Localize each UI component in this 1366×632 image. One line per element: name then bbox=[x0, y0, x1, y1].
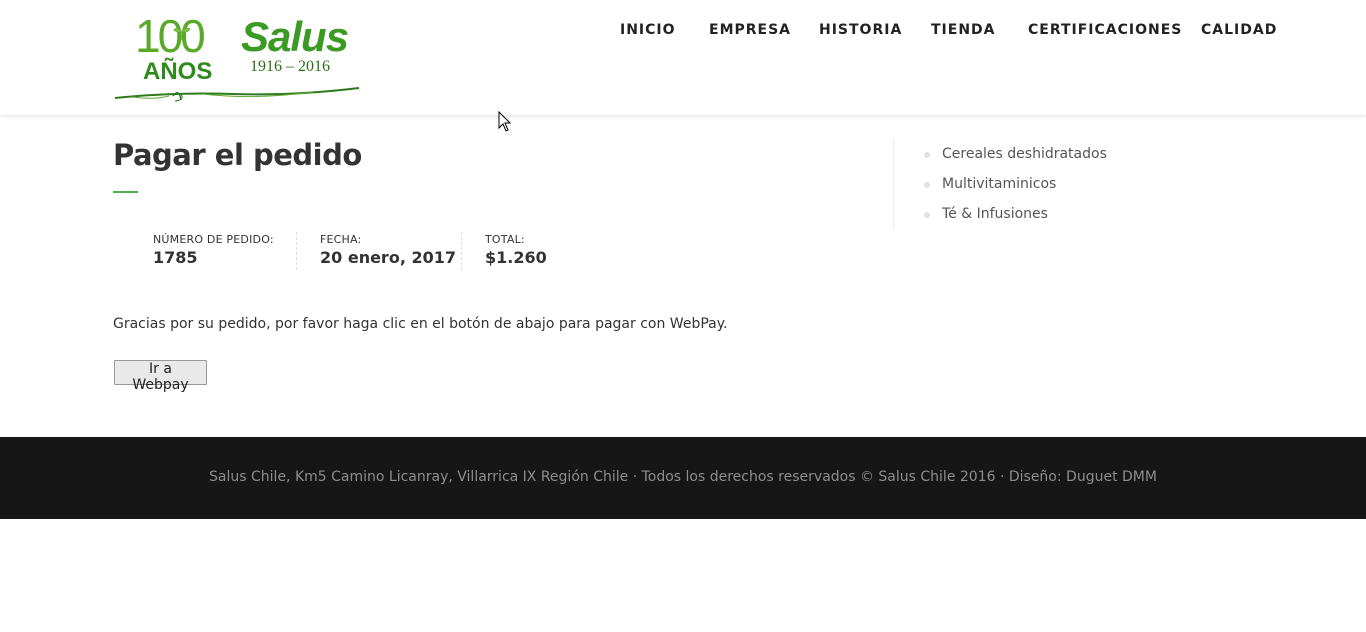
order-date-value: 20 enero, 2017 bbox=[320, 248, 456, 267]
category-label: Multivitaminicos bbox=[942, 176, 1057, 192]
nav-item-tienda[interactable]: TIENDA bbox=[931, 22, 996, 38]
order-date: FECHA: 20 enero, 2017 bbox=[320, 232, 456, 270]
order-total-label: TOTAL: bbox=[485, 233, 525, 246]
site-header: 100 AÑOS Salus 1916 – 2016 INICIO EMPRES… bbox=[0, 0, 1366, 115]
nav-item-calidad[interactable]: CALIDAD bbox=[1201, 22, 1277, 38]
footer-copyright: Salus Chile, Km5 Camino Licanray, Villar… bbox=[209, 469, 1157, 485]
nav-item-empresa[interactable]: EMPRESA bbox=[709, 22, 791, 38]
go-to-webpay-button[interactable]: Ir a Webpay bbox=[114, 360, 207, 393]
product-categories-sidebar: Cereales deshidratados Multivitaminicos … bbox=[893, 139, 1253, 229]
bullet-icon bbox=[924, 182, 930, 188]
category-label: Cereales deshidratados bbox=[942, 146, 1107, 162]
bullet-icon bbox=[924, 152, 930, 158]
order-number-value: 1785 bbox=[153, 248, 198, 267]
order-number-label: NÚMERO DE PEDIDO: bbox=[153, 233, 274, 246]
order-number: NÚMERO DE PEDIDO: 1785 bbox=[153, 232, 274, 270]
payment-instructions: Gracias por su pedido, por favor haga cl… bbox=[113, 316, 728, 332]
nav-item-historia[interactable]: HISTORIA bbox=[819, 22, 902, 38]
title-underline bbox=[113, 191, 138, 193]
detail-divider bbox=[296, 232, 297, 270]
order-total-value: $1.260 bbox=[485, 248, 547, 267]
site-footer: Salus Chile, Km5 Camino Licanray, Villar… bbox=[0, 437, 1366, 519]
main-navigation: INICIO EMPRESA HISTORIA TIENDA CERTIFICA… bbox=[0, 22, 1366, 42]
roots-icon bbox=[114, 87, 360, 102]
bullet-icon bbox=[924, 212, 930, 218]
page-title: Pagar el pedido bbox=[113, 138, 362, 172]
order-total: TOTAL: $1.260 bbox=[485, 232, 547, 270]
detail-divider bbox=[461, 232, 462, 270]
category-label: Té & Infusiones bbox=[942, 206, 1048, 222]
order-date-label: FECHA: bbox=[320, 233, 362, 246]
nav-item-inicio[interactable]: INICIO bbox=[620, 22, 676, 38]
nav-item-certificaciones[interactable]: CERTIFICACIONES bbox=[1028, 22, 1182, 38]
mouse-cursor-icon bbox=[498, 111, 512, 132]
